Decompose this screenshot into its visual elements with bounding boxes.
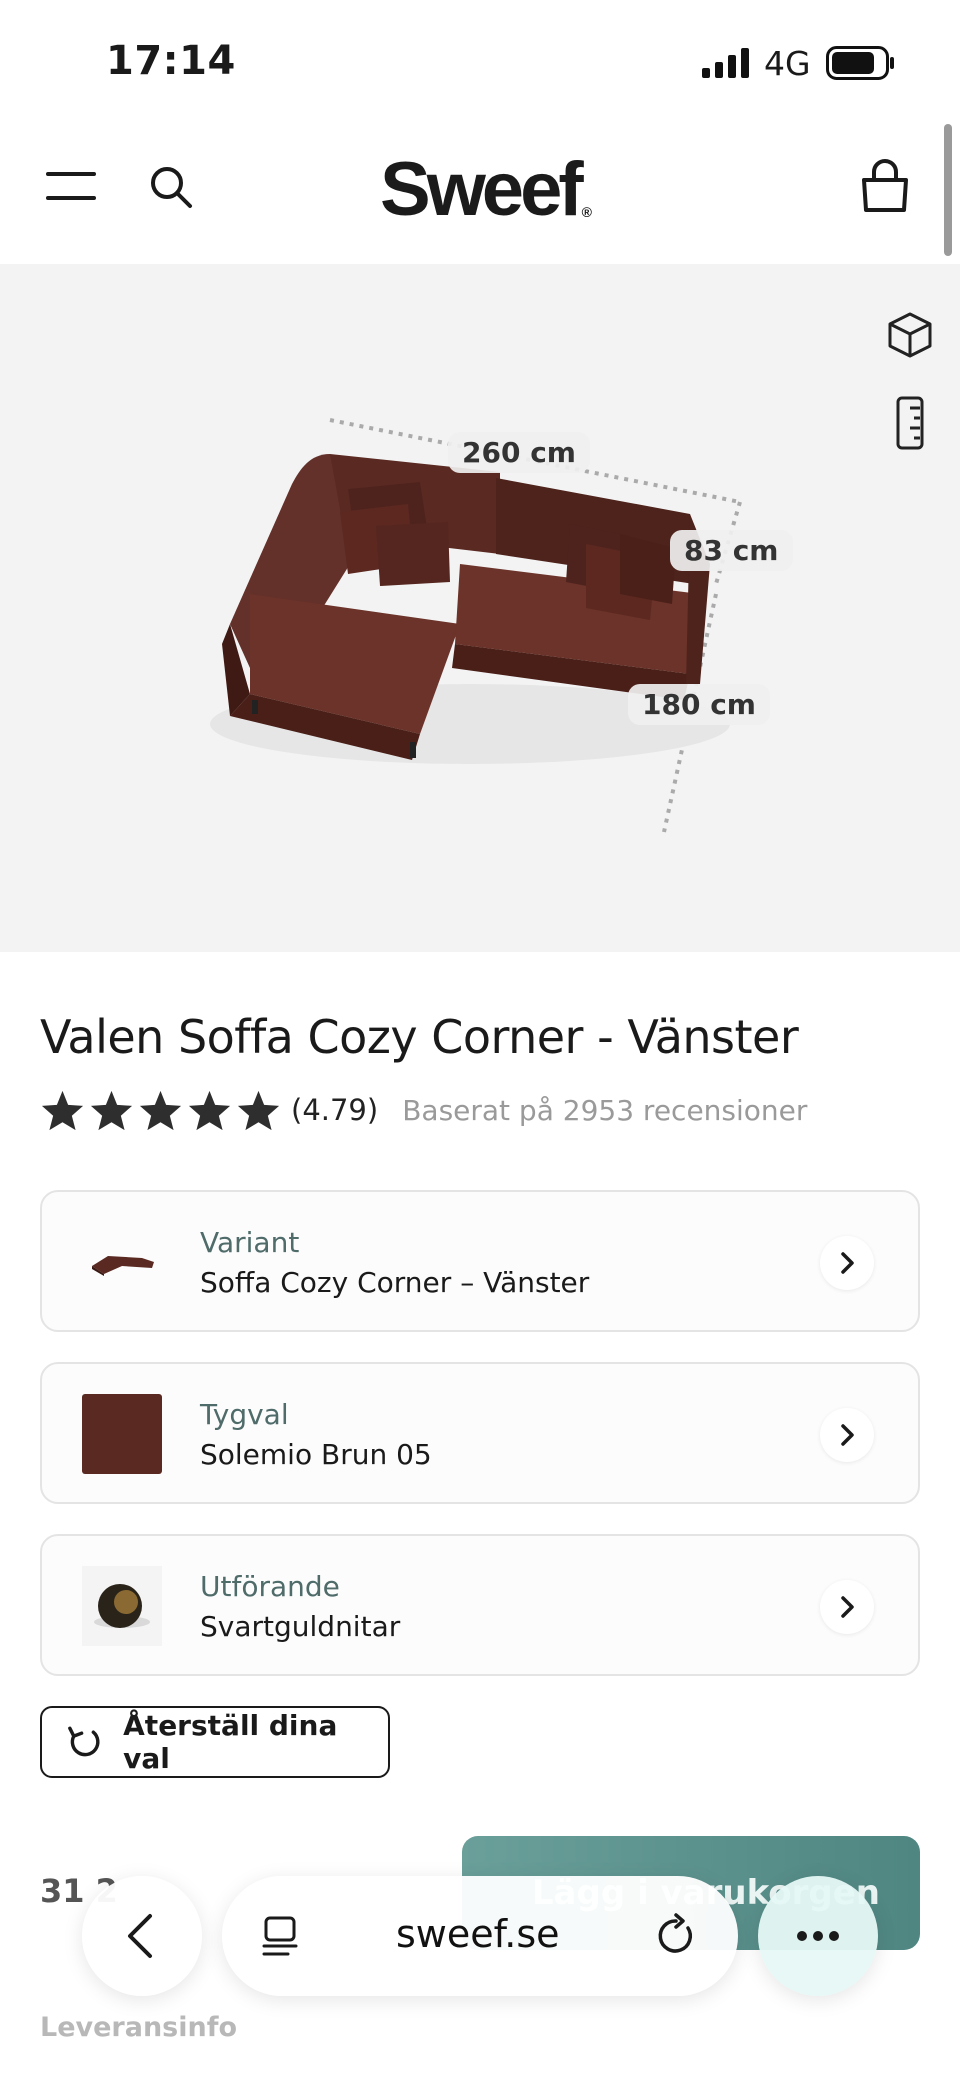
reset-label: Återställ dina val (123, 1709, 338, 1775)
product-rating[interactable]: (4.79) Baserat på 2953 recensioner (40, 1088, 807, 1132)
network-type: 4G (764, 44, 811, 83)
sofa-image (210, 418, 742, 833)
browser-url[interactable]: sweef.se (396, 1912, 560, 1956)
signal-icon (702, 48, 749, 78)
battery-icon (826, 46, 894, 80)
delivery-info-link[interactable]: Leveransinfo (40, 2012, 237, 2043)
chevron-left-icon (128, 1914, 152, 1958)
status-time: 17:14 (106, 38, 236, 84)
reset-icon (68, 1726, 100, 1757)
chevron-right-icon[interactable] (820, 1236, 874, 1290)
star-icon (188, 1090, 231, 1130)
option-label: Tygval (200, 1398, 289, 1431)
dimension-width: 260 cm (448, 432, 590, 473)
chevron-right-icon[interactable] (820, 1580, 874, 1634)
option-label: Variant (200, 1226, 300, 1259)
option-finish[interactable]: Utförande Svartguldnitar (40, 1534, 920, 1676)
scrollbar[interactable] (944, 124, 952, 256)
option-label: Utförande (200, 1570, 340, 1603)
browser-back-button[interactable] (82, 1876, 202, 1996)
browser-address-bar[interactable]: sweef.se (222, 1876, 738, 1996)
sweef-logo[interactable]: Sweef ® (380, 146, 592, 233)
product-title: Valen Soffa Cozy Corner - Vänster (40, 1010, 799, 1064)
rating-stars (40, 1089, 281, 1132)
search-icon[interactable] (148, 164, 194, 210)
reset-selections-button[interactable]: Återställ dina val (40, 1706, 390, 1778)
product-image[interactable]: 260 cm 83 cm 180 cm (0, 264, 960, 952)
option-value: Soffa Cozy Corner – Vänster (200, 1266, 590, 1299)
stud-thumbnail (82, 1566, 162, 1646)
reload-icon[interactable] (652, 1912, 700, 1960)
dimension-depth: 180 cm (628, 684, 770, 725)
dimension-height: 83 cm (670, 530, 793, 571)
option-fabric[interactable]: Tygval Solemio Brun 05 (40, 1362, 920, 1504)
ruler-icon[interactable] (896, 396, 924, 450)
more-icon (797, 1931, 839, 1941)
status-bar: 17:14 4G (0, 0, 960, 120)
menu-icon[interactable] (46, 168, 100, 204)
fabric-swatch (82, 1394, 162, 1474)
star-icon (237, 1090, 280, 1130)
star-icon (41, 1090, 84, 1130)
option-value: Svartguldnitar (200, 1610, 401, 1643)
tabs-icon[interactable] (258, 1914, 302, 1958)
rating-score: (4.79) (291, 1093, 379, 1127)
review-count[interactable]: Baserat på 2953 recensioner (402, 1094, 807, 1127)
star-icon (139, 1090, 182, 1130)
chevron-right-icon[interactable] (820, 1408, 874, 1462)
variant-thumbnail (92, 1256, 154, 1276)
option-variant[interactable]: Variant Soffa Cozy Corner – Vänster (40, 1190, 920, 1332)
3d-view-icon[interactable] (886, 310, 934, 360)
option-value: Solemio Brun 05 (200, 1438, 432, 1471)
shopping-bag-icon[interactable] (858, 158, 912, 214)
site-header: Sweef ® (0, 120, 960, 264)
browser-more-button[interactable] (758, 1876, 878, 1996)
star-icon (90, 1090, 133, 1130)
